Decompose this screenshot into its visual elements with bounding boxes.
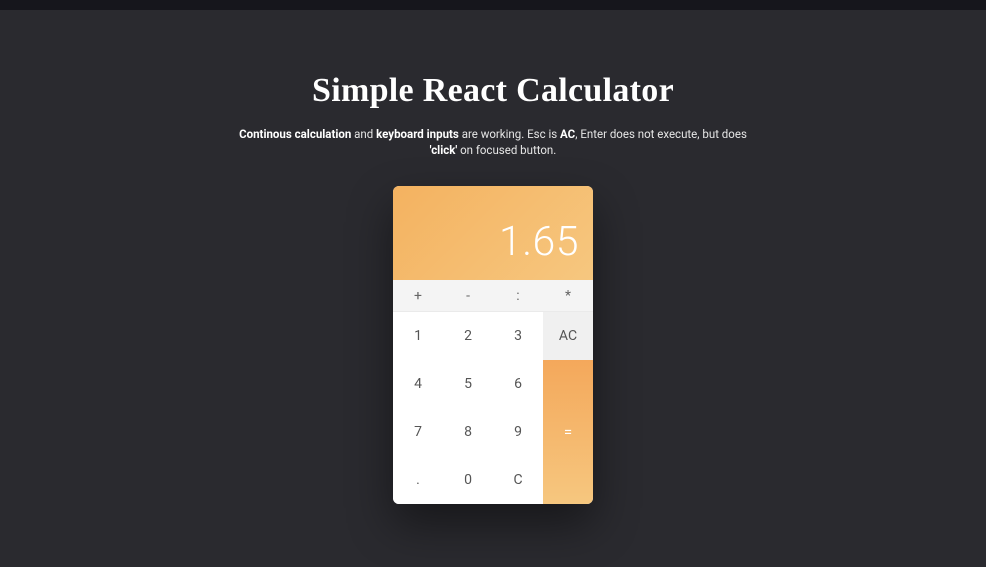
multiply-button[interactable]: * <box>543 280 593 311</box>
subtitle-text-2: are working. Esc is <box>459 127 560 141</box>
digit-8-button[interactable]: 8 <box>443 408 493 456</box>
page-title: Simple React Calculator <box>312 72 674 110</box>
digit-6-button[interactable]: 6 <box>493 360 543 408</box>
subtitle-text-4: on focused button. <box>457 143 556 157</box>
equals-button[interactable]: = <box>543 360 593 504</box>
divide-button[interactable]: : <box>493 280 543 311</box>
operator-row: + - : * <box>393 280 593 312</box>
subtitle-bold-2: keyboard inputs <box>376 127 459 141</box>
digit-5-button[interactable]: 5 <box>443 360 493 408</box>
subtitle-text-3: , Enter does not execute, but does <box>575 127 747 141</box>
clear-entry-button[interactable]: C <box>493 456 543 504</box>
subtitle-bold-4: 'click' <box>430 143 458 157</box>
calc-body: 1 2 3 4 5 6 7 8 9 . 0 C AC = <box>393 312 593 504</box>
numpad: 1 2 3 4 5 6 7 8 9 . 0 C <box>393 312 543 504</box>
digit-3-button[interactable]: 3 <box>493 312 543 360</box>
subtitle-bold-1: Continous calculation <box>239 127 351 141</box>
all-clear-button[interactable]: AC <box>543 312 593 360</box>
decimal-button[interactable]: . <box>393 456 443 504</box>
digit-4-button[interactable]: 4 <box>393 360 443 408</box>
digit-0-button[interactable]: 0 <box>443 456 493 504</box>
digit-1-button[interactable]: 1 <box>393 312 443 360</box>
digit-7-button[interactable]: 7 <box>393 408 443 456</box>
calculator: 1.65 + - : * 1 2 3 4 5 6 7 8 9 . 0 C <box>393 186 593 504</box>
add-button[interactable]: + <box>393 280 443 311</box>
subtitle-bold-3: AC <box>560 127 575 141</box>
digit-9-button[interactable]: 9 <box>493 408 543 456</box>
subtract-button[interactable]: - <box>443 280 493 311</box>
subtitle: Continous calculation and keyboard input… <box>233 126 753 158</box>
digit-2-button[interactable]: 2 <box>443 312 493 360</box>
subtitle-text-1: and <box>351 127 376 141</box>
right-column: AC = <box>543 312 593 504</box>
calc-display: 1.65 <box>393 186 593 280</box>
